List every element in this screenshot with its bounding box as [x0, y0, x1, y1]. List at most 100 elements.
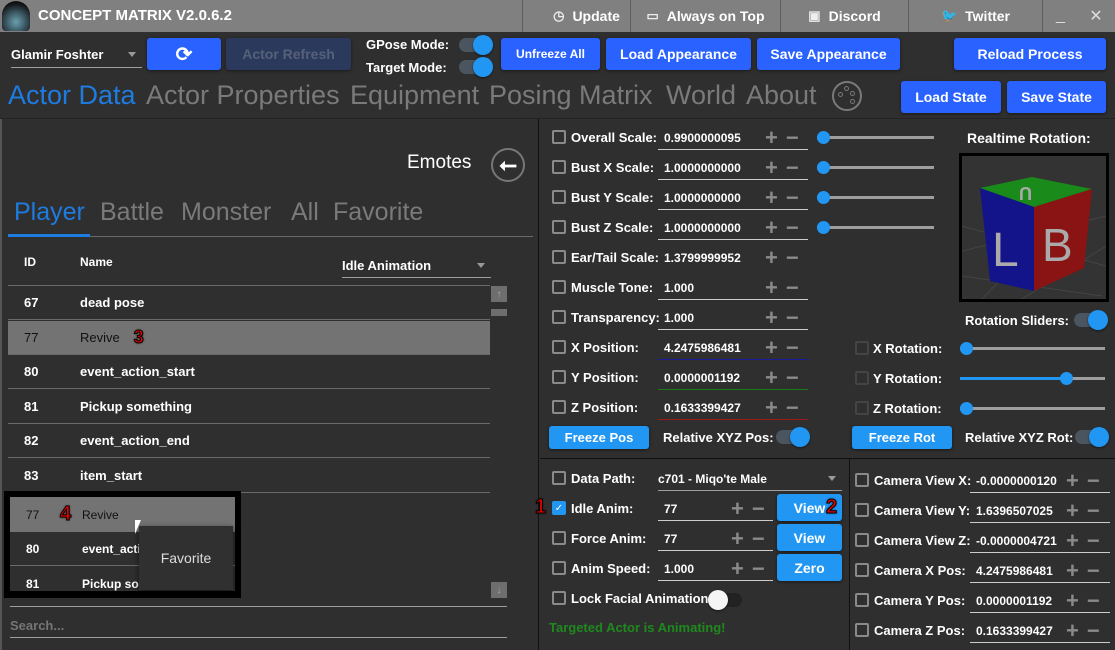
force-anim-checkbox[interactable] — [552, 531, 566, 545]
camera-checkbox[interactable] — [855, 563, 869, 577]
tab-actor-properties[interactable]: Actor Properties — [146, 80, 340, 111]
minimize-button[interactable]: _ — [1042, 0, 1078, 32]
tab-monster[interactable]: Monster — [181, 198, 271, 227]
rotation-checkbox[interactable] — [855, 401, 869, 415]
slider-thumb[interactable] — [817, 131, 830, 144]
minus-icon[interactable]: − — [1087, 470, 1100, 492]
plus-icon[interactable]: + — [765, 337, 778, 359]
tab-battle[interactable]: Battle — [100, 198, 164, 227]
plus-icon[interactable]: + — [731, 528, 744, 550]
minus-icon[interactable]: − — [786, 367, 799, 389]
save-appearance-button[interactable]: Save Appearance — [757, 38, 900, 70]
camera-checkbox[interactable] — [855, 473, 869, 487]
plus-icon[interactable]: + — [765, 277, 778, 299]
always-on-top-button[interactable]: ▭ Always on Top — [630, 0, 780, 32]
refresh-button[interactable]: ⟳ — [147, 38, 221, 70]
minus-icon[interactable]: − — [786, 127, 799, 149]
camera-checkbox[interactable] — [855, 593, 869, 607]
rotation-sliders-toggle[interactable] — [1074, 310, 1108, 330]
anim-speed-checkbox[interactable] — [552, 561, 566, 575]
scale-checkbox[interactable] — [552, 190, 566, 204]
scale-checkbox[interactable] — [552, 220, 566, 234]
force-view-button[interactable]: View — [777, 524, 842, 551]
tab-actor-data[interactable]: Actor Data — [8, 80, 136, 111]
rotation-slider[interactable] — [960, 402, 1105, 415]
minus-icon[interactable]: − — [1087, 530, 1100, 552]
scale-slider[interactable] — [817, 131, 934, 144]
slider-thumb[interactable] — [1060, 372, 1074, 385]
data-path-checkbox[interactable] — [552, 471, 566, 485]
rotation-checkbox[interactable] — [855, 341, 869, 355]
plus-icon[interactable]: + — [765, 367, 778, 389]
slider-thumb[interactable] — [817, 221, 830, 234]
scrollbar-thumb[interactable] — [491, 309, 507, 316]
rotation-slider[interactable] — [960, 372, 1105, 385]
minus-icon[interactable]: − — [752, 498, 765, 520]
rotation-checkbox[interactable] — [855, 371, 869, 385]
minus-icon[interactable]: − — [1087, 500, 1100, 522]
lock-facial-checkbox[interactable] — [552, 591, 566, 605]
plus-icon[interactable]: + — [731, 498, 744, 520]
minus-icon[interactable]: − — [1087, 560, 1100, 582]
idle-anim-checkbox[interactable]: ✓ — [552, 501, 566, 515]
minus-icon[interactable]: − — [786, 157, 799, 179]
twitter-button[interactable]: 🐦 Twitter — [908, 0, 1042, 32]
tab-about[interactable]: About — [746, 80, 817, 111]
plus-icon[interactable]: + — [731, 558, 744, 580]
tab-world[interactable]: World — [666, 80, 736, 111]
scale-checkbox[interactable] — [552, 160, 566, 174]
context-menu-favorite[interactable]: Favorite — [139, 526, 233, 590]
relative-pos-toggle[interactable] — [776, 427, 810, 447]
scale-checkbox[interactable] — [552, 370, 566, 384]
target-mode-toggle[interactable] — [459, 57, 493, 77]
scale-checkbox[interactable] — [552, 250, 566, 264]
search-input[interactable] — [10, 614, 507, 638]
slider-thumb[interactable] — [960, 402, 973, 415]
minus-icon[interactable]: − — [1087, 590, 1100, 612]
scroll-down-button[interactable]: ↓ — [491, 582, 507, 598]
minus-icon[interactable]: − — [786, 247, 799, 269]
lock-facial-toggle[interactable] — [708, 590, 742, 610]
gpose-mode-toggle[interactable] — [459, 35, 493, 55]
slider-thumb[interactable] — [817, 161, 830, 174]
load-state-button[interactable]: Load State — [901, 81, 1001, 113]
scale-checkbox[interactable] — [552, 310, 566, 324]
camera-checkbox[interactable] — [855, 503, 869, 517]
tab-all[interactable]: All — [291, 198, 319, 227]
plus-icon[interactable]: + — [1066, 590, 1079, 612]
minus-icon[interactable]: − — [786, 307, 799, 329]
scroll-up-button[interactable]: ↑ — [491, 286, 507, 302]
data-path-select[interactable]: c701 - Miqo'te Male — [658, 467, 842, 491]
camera-checkbox[interactable] — [855, 533, 869, 547]
slider-thumb[interactable] — [817, 191, 830, 204]
scale-checkbox[interactable] — [552, 130, 566, 144]
plus-icon[interactable]: + — [1066, 470, 1079, 492]
plus-icon[interactable]: + — [765, 187, 778, 209]
scale-slider[interactable] — [817, 221, 934, 234]
camera-checkbox[interactable] — [855, 623, 869, 637]
plus-icon[interactable]: + — [1066, 500, 1079, 522]
table-row[interactable]: 80 event_action_start — [8, 355, 490, 390]
plus-icon[interactable]: + — [765, 217, 778, 239]
tab-player[interactable]: Player — [14, 198, 85, 227]
plus-icon[interactable]: + — [1066, 620, 1079, 642]
rotation-slider[interactable] — [960, 342, 1105, 355]
plus-icon[interactable]: + — [765, 247, 778, 269]
scale-checkbox[interactable] — [552, 400, 566, 414]
minus-icon[interactable]: − — [786, 337, 799, 359]
tab-posing-matrix[interactable]: Posing Matrix — [489, 80, 653, 111]
actor-refresh-button[interactable]: Actor Refresh — [226, 38, 351, 70]
scale-slider[interactable] — [817, 161, 934, 174]
table-row[interactable]: 81 Pickup something — [8, 390, 490, 424]
unfreeze-all-button[interactable]: Unfreeze All — [501, 38, 600, 70]
minus-icon[interactable]: − — [786, 397, 799, 419]
plus-icon[interactable]: + — [765, 127, 778, 149]
minus-icon[interactable]: − — [786, 217, 799, 239]
minus-icon[interactable]: − — [1087, 620, 1100, 642]
close-button[interactable]: ✕ — [1078, 0, 1114, 32]
plus-icon[interactable]: + — [1066, 530, 1079, 552]
zero-button[interactable]: Zero — [777, 554, 842, 581]
discord-button[interactable]: ▣ Discord — [780, 0, 908, 32]
tab-favorite[interactable]: Favorite — [333, 198, 423, 227]
freeze-pos-button[interactable]: Freeze Pos — [549, 426, 649, 449]
